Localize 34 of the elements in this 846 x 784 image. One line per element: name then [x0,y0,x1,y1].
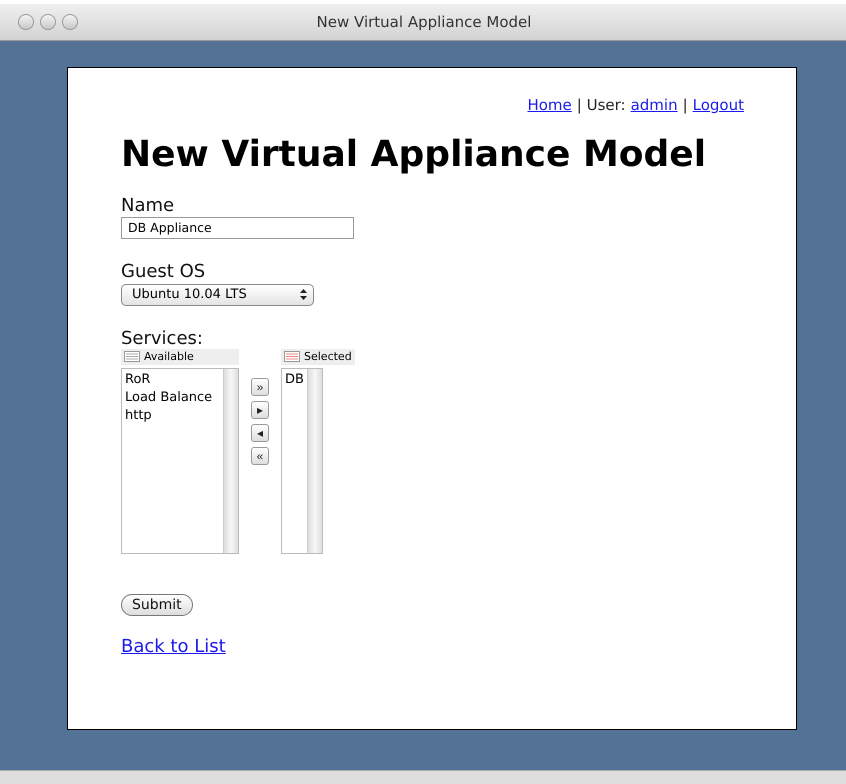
updown-arrows-icon [300,289,307,300]
scrollbar[interactable] [307,368,322,553]
back-to-list-link[interactable]: Back to List [121,636,226,657]
list-item[interactable]: RoR [125,370,220,389]
scrollbar[interactable] [223,368,238,553]
window-control-icon[interactable] [40,14,56,30]
window-control-icon[interactable] [18,14,34,30]
move-button[interactable]: » [251,378,269,396]
list-item[interactable]: DB [285,370,304,389]
field-label: Name [121,194,176,216]
list-icon [284,351,300,362]
submit-button[interactable]: Submit [121,594,193,616]
selected-list[interactable]: DB [281,368,323,554]
nav-text: | User: [576,96,626,114]
page-heading: New Virtual Appliance Model [121,134,708,175]
window-title: New Virtual Appliance Model [316,12,532,31]
field-label: Services: [121,328,204,349]
move-button[interactable]: ◂ [251,424,269,442]
list-icon [124,351,140,362]
guest-os-dropdown[interactable]: Ubuntu 10.04 LTS [121,284,314,306]
list-header: Available [121,348,239,365]
available-list[interactable]: RoR Load Balance http [121,368,239,554]
list-header: Selected [281,348,355,365]
nav-text: | [682,96,688,114]
window-control-icon[interactable] [62,14,78,30]
list-item[interactable]: Load Balance [125,388,220,407]
field-label: Guest OS [121,260,206,282]
list-item[interactable]: http [125,406,220,425]
nav-link[interactable]: admin [630,96,678,114]
nav-link[interactable]: Home [527,96,572,114]
nav-link[interactable]: Logout [692,96,744,114]
move-button[interactable]: « [251,446,269,465]
move-button[interactable]: ▸ [251,400,269,419]
name-input-field[interactable]: DB Appliance [121,216,354,239]
